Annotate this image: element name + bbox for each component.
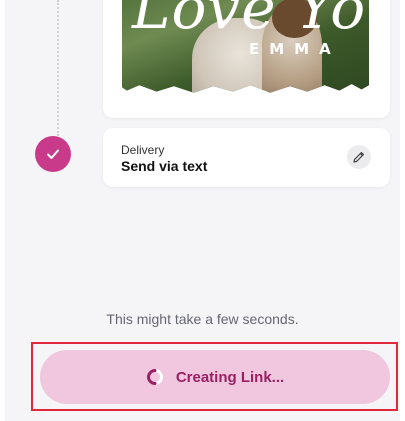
delivery-card: Delivery Send via text [103,128,390,187]
delivery-method: Send via text [121,158,208,174]
timeline-connector [57,0,59,136]
pencil-icon [353,152,364,163]
card-name-text: EMMA [249,40,341,58]
card-photo: Love Yo EMMA [122,0,369,93]
step-complete-checkmark-icon [35,136,71,172]
card-script-text: Love Yo [132,0,367,42]
create-link-button[interactable]: Creating Link... [40,350,390,404]
delivery-label: Delivery [121,143,165,157]
edit-delivery-button[interactable] [347,145,371,169]
loading-hint: This might take a few seconds. [106,311,299,327]
spinner-icon [146,369,163,385]
checkmark-icon [47,149,59,159]
create-link-label: Creating Link... [175,368,285,386]
card-preview: Love Yo EMMA [103,0,390,118]
